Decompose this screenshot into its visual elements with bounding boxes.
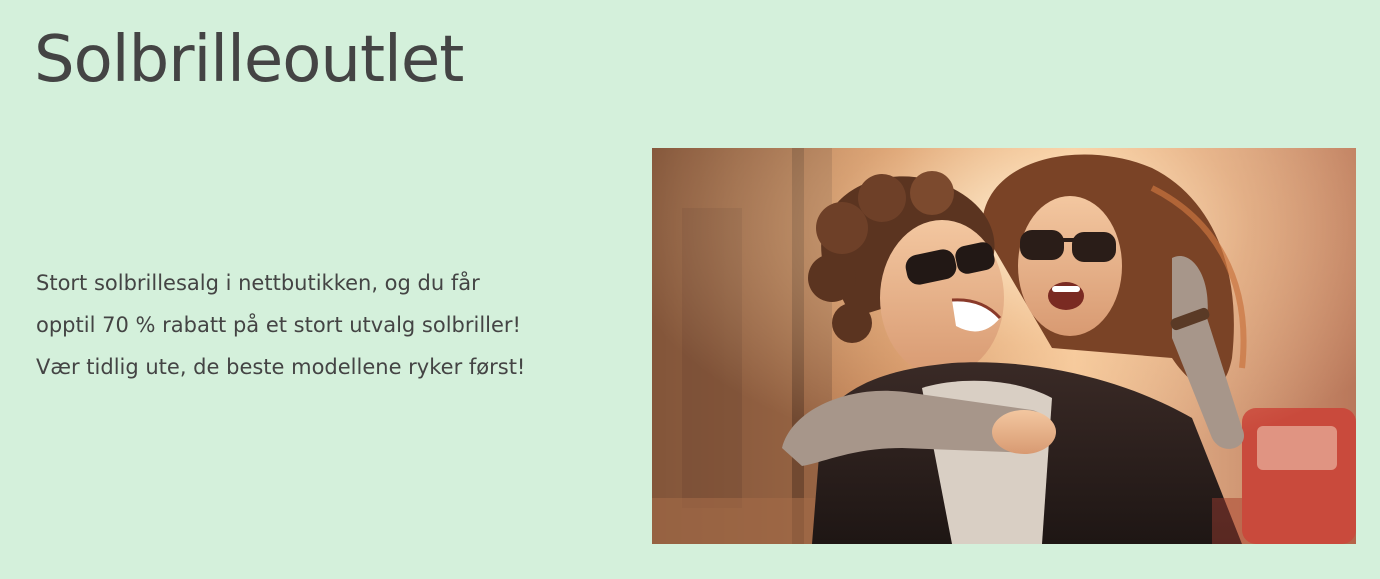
hero-photo (652, 148, 1356, 544)
hero-banner: Solbrilleoutlet Stort solbrillesalg i ne… (0, 0, 1380, 579)
hero-description-line: opptil 70 % rabatt på et stort utvalg so… (36, 313, 521, 337)
hero-description: Stort solbrillesalg i nettbutikken, og d… (36, 262, 596, 388)
hero-description-line: Stort solbrillesalg i nettbutikken, og d… (36, 271, 480, 295)
hero-description-line: Vær tidlig ute, de beste modellene ryker… (36, 355, 526, 379)
page-title: Solbrilleoutlet (34, 23, 464, 97)
